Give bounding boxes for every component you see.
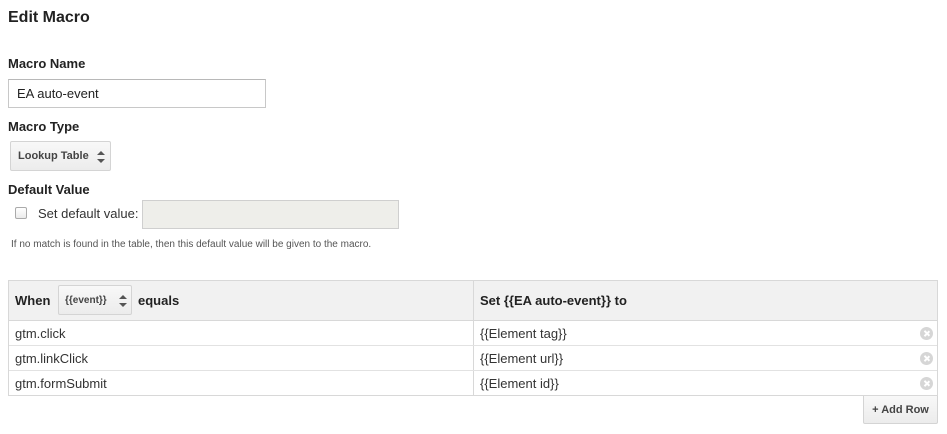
default-value-hint: If no match is found in the table, then …	[11, 239, 372, 250]
page-title: Edit Macro	[8, 9, 90, 26]
set-value[interactable]: {{Element url}}	[480, 351, 563, 366]
remove-row-icon[interactable]	[920, 327, 933, 340]
set-value[interactable]: {{Element id}}	[480, 376, 559, 391]
when-value[interactable]: gtm.formSubmit	[15, 376, 107, 391]
variable-selected: {{event}}	[65, 294, 107, 306]
set-column-header: Set {{EA auto-event}} to	[480, 293, 627, 308]
table-row: gtm.linkClick {{Element url}}	[9, 346, 937, 371]
lookup-table: When {{event}} equals Set {{EA auto-even…	[8, 280, 938, 396]
macro-type-selected: Lookup Table	[18, 150, 89, 162]
when-value[interactable]: gtm.click	[15, 326, 66, 341]
macro-type-select[interactable]: Lookup Table	[10, 141, 111, 171]
default-value-label: Default Value	[8, 182, 90, 197]
macro-type-label: Macro Type	[8, 119, 80, 134]
up-down-arrows-icon	[97, 151, 105, 163]
remove-row-icon[interactable]	[920, 352, 933, 365]
when-label: When	[15, 293, 51, 308]
variable-select[interactable]: {{event}}	[58, 285, 132, 315]
macro-name-input[interactable]	[8, 79, 266, 108]
default-value-input[interactable]	[142, 200, 399, 229]
set-value[interactable]: {{Element tag}}	[480, 326, 567, 341]
up-down-arrows-icon	[119, 295, 127, 307]
table-row: gtm.formSubmit {{Element id}}	[9, 371, 937, 396]
remove-row-icon[interactable]	[920, 377, 933, 390]
set-default-checkbox[interactable]	[15, 207, 27, 219]
equals-label: equals	[138, 293, 180, 308]
macro-name-label: Macro Name	[8, 56, 86, 71]
table-row: gtm.click {{Element tag}}	[9, 321, 937, 346]
edit-macro-page: Edit Macro Macro Name Macro Type Lookup …	[0, 0, 947, 434]
set-default-label: Set default value:	[38, 206, 139, 221]
add-row-button[interactable]: + Add Row	[863, 396, 938, 424]
when-value[interactable]: gtm.linkClick	[15, 351, 88, 366]
